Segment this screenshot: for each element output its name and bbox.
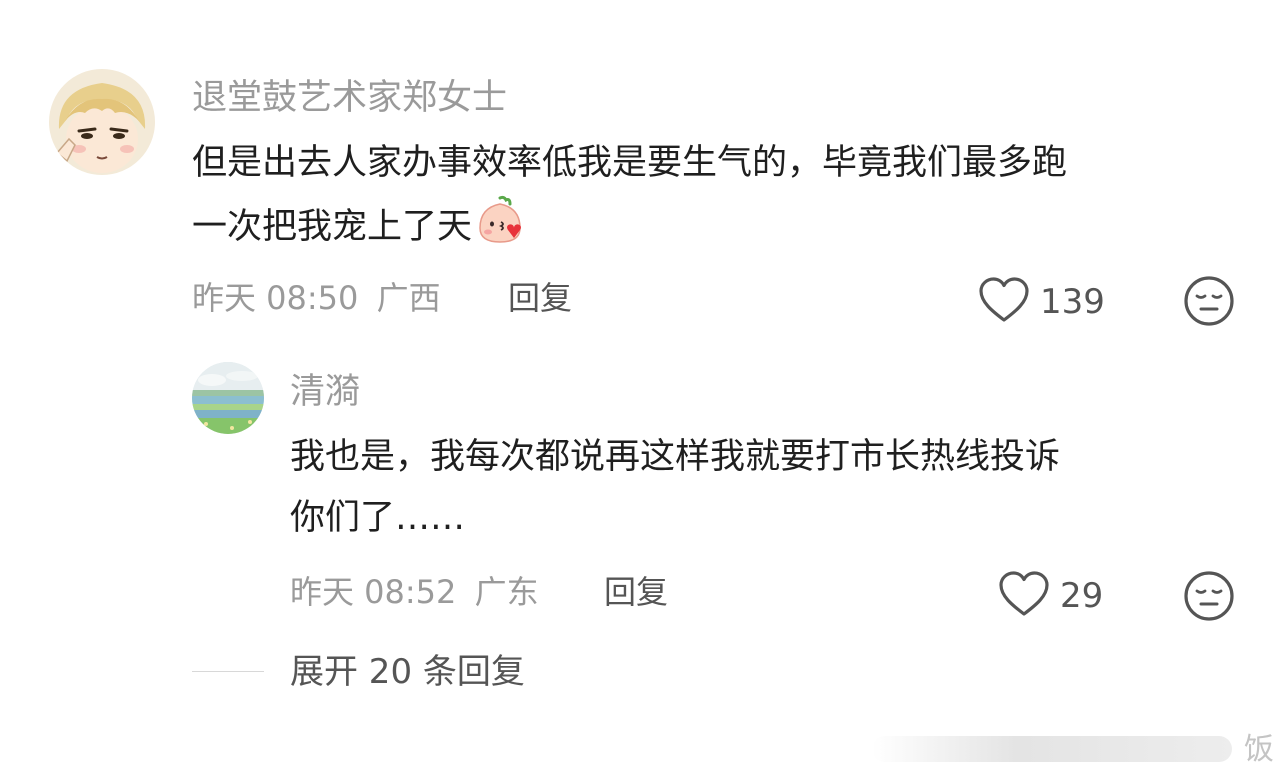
heart-icon — [998, 571, 1050, 621]
expand-divider — [192, 671, 264, 672]
comment-text-line: 一次把我宠上了天 — [192, 194, 1067, 266]
watermark-bar — [872, 736, 1232, 762]
commenter-username[interactable]: 退堂鼓艺术家郑女士 — [192, 76, 507, 120]
dislike-button[interactable] — [1183, 570, 1235, 626]
like-button[interactable]: 29 — [998, 571, 1103, 621]
heart-icon — [978, 277, 1030, 327]
comment-time: 昨天 08:50 — [192, 279, 359, 317]
neutral-face-icon — [1183, 276, 1235, 331]
like-count: 139 — [1040, 282, 1105, 322]
comment-text: 但是出去人家办事效率低我是要生气的，毕竟我们最多跑 一次把我宠上了天 — [192, 133, 1067, 266]
reply-username[interactable]: 清漪 — [290, 370, 360, 414]
like-button[interactable]: 139 — [978, 277, 1105, 327]
blow-kiss-emoji-icon — [474, 194, 526, 266]
comment-text-line: 但是出去人家办事效率低我是要生气的，毕竟我们最多跑 — [192, 143, 1068, 183]
reply-text-line: 你们了…… — [290, 498, 466, 538]
dislike-button[interactable] — [1183, 275, 1235, 331]
comment-timestamp: 昨天 08:50 广西 — [192, 278, 441, 318]
commenter-avatar[interactable] — [49, 69, 155, 175]
neutral-face-icon — [1183, 571, 1235, 626]
comment-text-line-content: 一次把我宠上了天 — [192, 207, 473, 247]
reply-text: 我也是，我每次都说再这样我就要打市长热线投诉 你们了…… — [290, 427, 1060, 549]
comment-location: 广西 — [376, 279, 441, 317]
reply-timestamp: 昨天 08:52 广东 — [290, 572, 539, 612]
like-count: 29 — [1060, 576, 1104, 616]
anime-character-avatar-icon — [49, 69, 155, 175]
watermark-text: 饭 — [1244, 732, 1274, 767]
reply-location: 广东 — [474, 573, 539, 611]
reply-button[interactable]: 回复 — [508, 278, 572, 318]
expand-replies-button[interactable]: 展开 20 条回复 — [290, 650, 525, 694]
reply-time: 昨天 08:52 — [290, 573, 457, 611]
reply-button[interactable]: 回复 — [604, 572, 668, 612]
reply-text-line: 我也是，我每次都说再这样我就要打市长热线投诉 — [290, 437, 1061, 477]
landscape-avatar-icon — [192, 362, 264, 434]
reply-avatar[interactable] — [192, 362, 264, 434]
